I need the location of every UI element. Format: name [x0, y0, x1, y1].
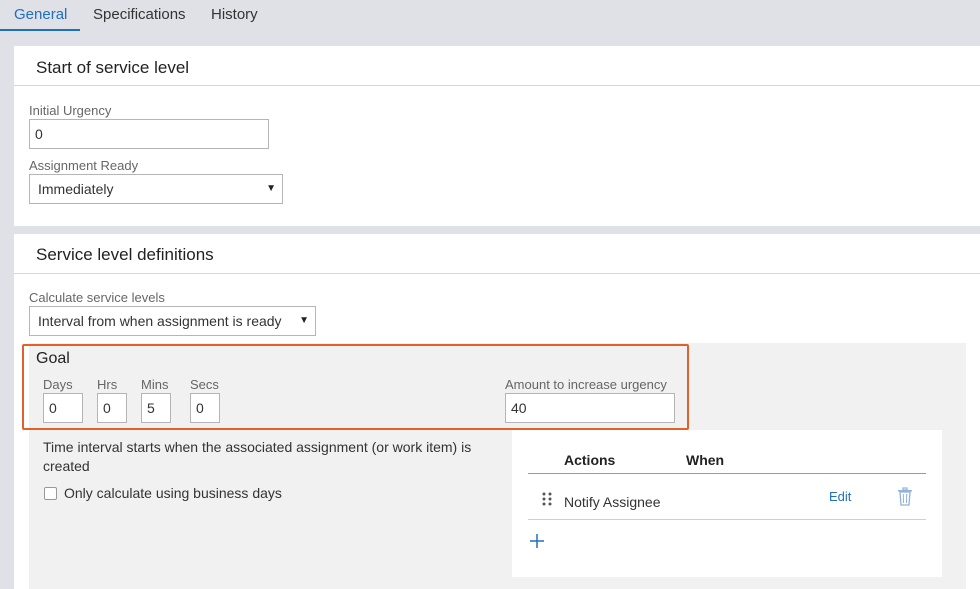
assignment-ready-value: Immediately — [38, 181, 114, 197]
action-notify-assignee: Notify Assignee — [564, 494, 661, 510]
mins-input[interactable]: 5 — [141, 393, 171, 423]
tab-history[interactable]: History — [211, 6, 258, 23]
definitions-section-title: Service level definitions — [36, 245, 214, 264]
business-days-label: Only calculate using business days — [64, 485, 282, 501]
actions-table: Actions When Notify Assignee Edit — [512, 430, 942, 577]
calculate-service-levels-select[interactable]: Interval from when assignment is ready ▼ — [29, 306, 316, 336]
calculate-service-levels-value: Interval from when assignment is ready — [38, 313, 282, 329]
trash-icon[interactable] — [897, 487, 913, 506]
add-icon[interactable] — [529, 533, 545, 549]
initial-urgency-input[interactable]: 0 — [29, 119, 269, 149]
days-label: Days — [43, 377, 73, 392]
urgency-increase-label: Amount to increase urgency — [505, 377, 667, 392]
chevron-down-icon: ▼ — [299, 315, 309, 326]
time-interval-note: Time interval starts when the associated… — [43, 439, 472, 474]
when-column-header: When — [686, 452, 725, 468]
mins-label: Mins — [141, 377, 169, 392]
assignment-ready-select[interactable]: Immediately ▼ — [29, 174, 283, 204]
active-tab-indicator — [0, 29, 80, 31]
chevron-down-icon: ▼ — [266, 183, 276, 194]
header-divider — [528, 473, 926, 474]
days-input[interactable]: 0 — [43, 393, 83, 423]
tab-general[interactable]: General — [14, 6, 67, 23]
hrs-input[interactable]: 0 — [97, 393, 127, 423]
urgency-increase-input[interactable]: 40 — [505, 393, 675, 423]
secs-input[interactable]: 0 — [190, 393, 220, 423]
assignment-ready-label: Assignment Ready — [29, 158, 139, 173]
edit-action-link[interactable]: Edit — [829, 489, 851, 504]
divider — [14, 85, 980, 86]
initial-urgency-label: Initial Urgency — [29, 103, 112, 118]
business-days-checkbox[interactable] — [44, 487, 57, 500]
tab-bar: General Specifications History — [0, 0, 980, 32]
divider — [14, 273, 980, 274]
tab-specifications[interactable]: Specifications — [93, 6, 186, 23]
goal-title: Goal — [36, 350, 70, 367]
hrs-label: Hrs — [97, 377, 118, 392]
calculate-service-levels-label: Calculate service levels — [29, 290, 165, 305]
drag-handle-icon[interactable] — [542, 492, 552, 506]
secs-label: Secs — [190, 377, 219, 392]
row-divider — [528, 519, 926, 520]
start-section-title: Start of service level — [36, 58, 190, 77]
actions-column-header: Actions — [564, 452, 616, 468]
